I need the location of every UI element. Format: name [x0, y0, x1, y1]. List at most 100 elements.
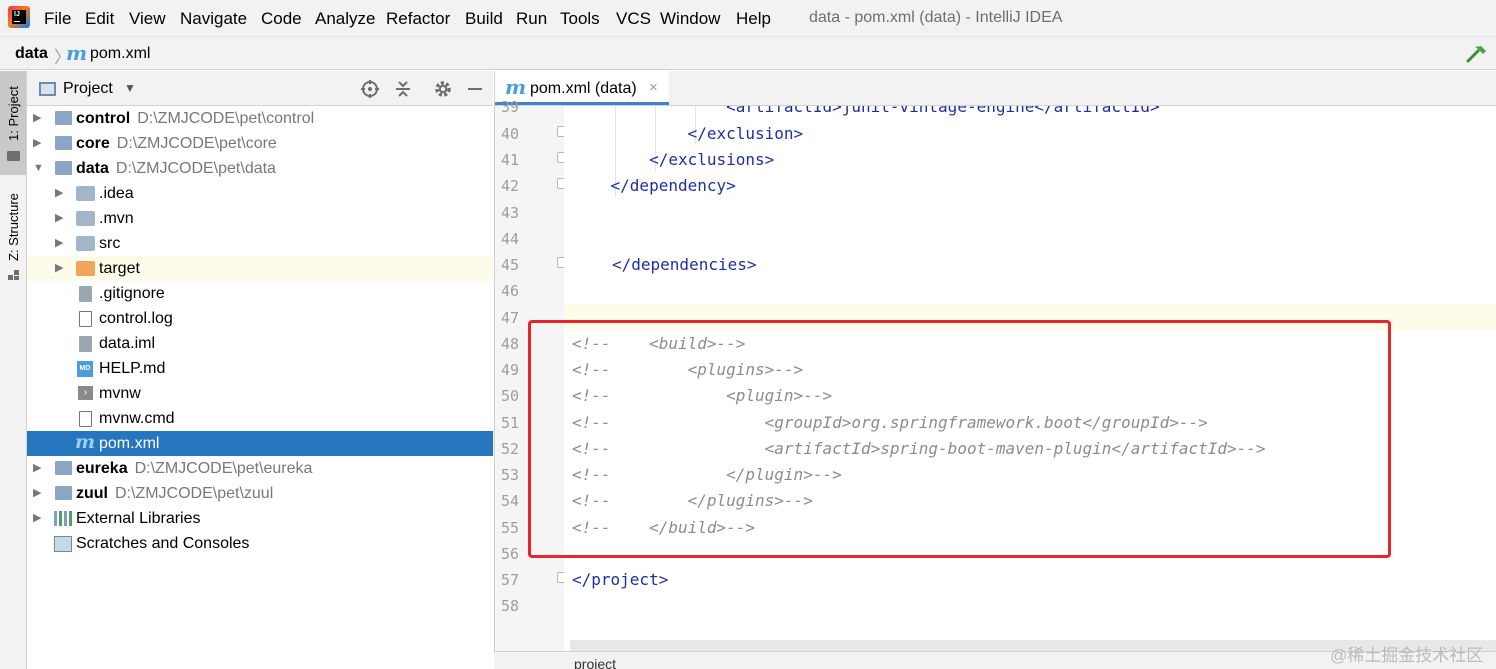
build-hammer-icon[interactable]	[1466, 44, 1488, 64]
menu-build[interactable]: Build	[465, 9, 503, 29]
expand-arrow-icon[interactable]: ▶	[55, 206, 63, 231]
project-tool-label: 1: Project	[6, 86, 21, 141]
menu-file[interactable]: File	[44, 9, 71, 29]
tree-item-core[interactable]: ▶ core D:\ZMJCODE\pet\core	[27, 131, 493, 156]
code-line: </project>	[572, 570, 668, 589]
line-number: 55	[500, 519, 519, 537]
tree-item-eureka[interactable]: ▶ eureka D:\ZMJCODE\pet\eureka	[27, 456, 493, 481]
menu-analyze[interactable]: Analyze	[315, 9, 375, 29]
expand-arrow-icon[interactable]: ▶	[33, 131, 41, 156]
menu-navigate[interactable]: Navigate	[180, 9, 247, 29]
structure-icon	[8, 270, 19, 280]
tree-item-pom-xml[interactable]: m pom.xml	[27, 431, 493, 456]
menu-refactor[interactable]: Refactor	[386, 9, 450, 29]
menu-view[interactable]: View	[129, 9, 166, 29]
expand-arrow-icon[interactable]: ▶	[33, 481, 41, 506]
line-number: 54	[500, 492, 519, 510]
module-folder-icon	[55, 136, 72, 150]
project-tool-button[interactable]: 1: Project	[0, 71, 26, 175]
tree-item-scratches[interactable]: Scratches and Consoles	[27, 531, 493, 556]
structure-tool-button[interactable]: Z: Structure	[0, 181, 26, 291]
breadcrumb-project[interactable]: data	[15, 45, 48, 63]
menu-edit[interactable]: Edit	[85, 9, 114, 29]
tree-item-label: mvnw.cmd	[99, 410, 175, 427]
tree-item-label: data.iml	[99, 335, 156, 352]
menu-code[interactable]: Code	[261, 9, 302, 29]
tree-item-data[interactable]: ▼ data D:\ZMJCODE\pet\data	[27, 156, 493, 181]
editor-breadcrumb-item[interactable]: project	[574, 656, 616, 669]
gear-icon[interactable]	[433, 79, 453, 99]
line-number: 53	[500, 466, 519, 484]
tree-item-path: D:\ZMJCODE\pet\zuul	[115, 485, 274, 502]
chevron-down-icon[interactable]: ▼	[124, 81, 136, 95]
minimize-icon[interactable]	[465, 79, 485, 99]
expand-arrow-icon[interactable]: ▶	[55, 181, 63, 206]
tree-item-label: zuul	[76, 485, 108, 502]
code-line: </dependency>	[572, 176, 736, 195]
tree-item-mvnw[interactable]: › mvnw	[27, 381, 493, 406]
tool-window-strip: 1: Project Z: Structure	[0, 71, 27, 669]
markdown-file-icon: MD	[77, 361, 93, 377]
module-folder-icon	[55, 161, 72, 175]
tab-pom-xml[interactable]: m pom.xml (data) ×	[495, 71, 669, 105]
collapse-arrow-icon[interactable]: ▼	[33, 156, 44, 181]
menu-run[interactable]: Run	[516, 9, 547, 29]
folder-icon	[7, 151, 20, 161]
menu-bar: IJ File Edit View Navigate Code Analyze …	[0, 0, 1496, 36]
tree-item-label: External Libraries	[76, 510, 201, 527]
line-number: 58	[500, 597, 519, 615]
tree-item-help-md[interactable]: MD HELP.md	[27, 356, 493, 381]
tree-item-path: D:\ZMJCODE\pet\core	[116, 135, 277, 152]
tree-item-target[interactable]: ▶ target	[27, 256, 493, 281]
tree-item-path: D:\ZMJCODE\pet\data	[115, 160, 276, 177]
menu-help[interactable]: Help	[736, 9, 771, 29]
line-number: 44	[500, 230, 519, 248]
tree-item-label: core	[76, 135, 110, 152]
tree-item-control[interactable]: ▶ control D:\ZMJCODE\pet\control	[27, 106, 493, 131]
folder-icon	[76, 186, 95, 201]
scratches-icon	[54, 536, 72, 552]
shell-script-icon: ›	[78, 386, 93, 400]
tree-item-mvn[interactable]: ▶ .mvn	[27, 206, 493, 231]
tree-item-idea[interactable]: ▶ .idea	[27, 181, 493, 206]
line-number: 50	[500, 387, 519, 405]
menu-tools[interactable]: Tools	[560, 9, 600, 29]
code-text: </exclusion>	[572, 124, 804, 143]
tree-item-label: src	[99, 235, 121, 252]
expand-arrow-icon[interactable]: ▶	[55, 256, 63, 281]
close-icon[interactable]: ×	[649, 79, 658, 96]
menu-vcs[interactable]: VCS	[616, 9, 651, 29]
tree-item-control-log[interactable]: control.log	[27, 306, 493, 331]
expand-arrow-icon[interactable]: ▶	[33, 506, 41, 531]
tree-item-data-iml[interactable]: data.iml	[27, 331, 493, 356]
code-text: </project>	[572, 570, 669, 589]
code-text: </dependency>	[572, 176, 736, 195]
folder-icon	[76, 236, 95, 251]
tree-item-label: Scratches and Consoles	[76, 535, 250, 552]
tree-item-label: target	[99, 260, 140, 277]
ignore-file-icon	[79, 286, 92, 302]
expand-arrow-icon[interactable]: ▶	[55, 231, 63, 256]
collapse-all-icon[interactable]	[393, 79, 413, 99]
tree-item-external-libraries[interactable]: ▶ External Libraries	[27, 506, 493, 531]
tree-item-label: data	[76, 160, 109, 177]
code-text: </exclusions>	[572, 150, 775, 169]
locate-target-icon[interactable]	[360, 79, 380, 99]
line-number: 45	[500, 256, 519, 274]
menu-window[interactable]: Window	[660, 9, 720, 29]
line-number: 46	[500, 282, 519, 300]
breadcrumb-file[interactable]: pom.xml	[90, 45, 150, 63]
code-line: </exclusion>	[572, 124, 804, 143]
tree-item-mvnw-cmd[interactable]: mvnw.cmd	[27, 406, 493, 431]
expand-arrow-icon[interactable]: ▶	[33, 456, 41, 481]
expand-arrow-icon[interactable]: ▶	[33, 106, 41, 131]
tree-item-label: .gitignore	[99, 285, 165, 302]
code-line: <artifactId>junit-vintage-engine</artifa…	[572, 106, 1159, 116]
tree-item-zuul[interactable]: ▶ zuul D:\ZMJCODE\pet\zuul	[27, 481, 493, 506]
line-number: 52	[500, 440, 519, 458]
tree-item-gitignore[interactable]: .gitignore	[27, 281, 493, 306]
structure-tool-label: Z: Structure	[6, 193, 21, 261]
tree-item-src[interactable]: ▶ src	[27, 231, 493, 256]
line-number: 56	[500, 545, 519, 563]
project-view-selector[interactable]: Project	[63, 80, 113, 98]
